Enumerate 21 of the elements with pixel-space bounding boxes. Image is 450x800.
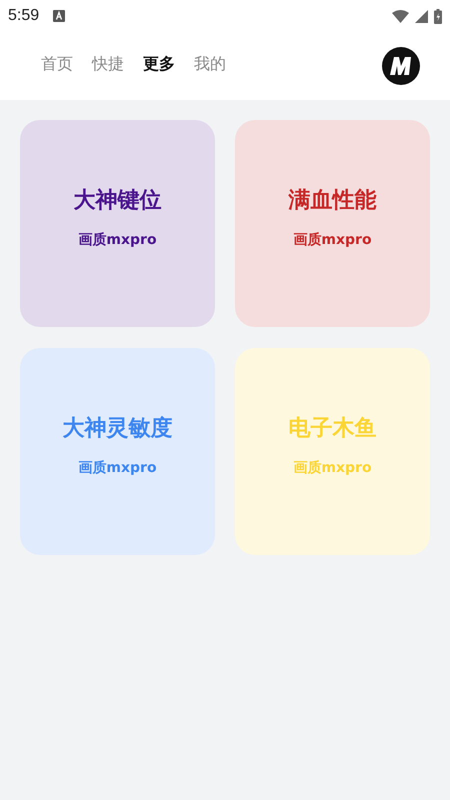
logo-icon bbox=[382, 47, 420, 85]
card-subtitle: 画质mxpro bbox=[293, 458, 372, 476]
nav-tab[interactable]: 我的 bbox=[194, 54, 226, 74]
signal-icon bbox=[415, 10, 428, 22]
card-title: 电子木鱼 bbox=[288, 414, 376, 442]
card-subtitle: 画质mxpro bbox=[78, 230, 157, 248]
card-title: 大神键位 bbox=[74, 186, 162, 214]
keyboard-notification-icon bbox=[53, 10, 66, 22]
card-title: 大神灵敏度 bbox=[62, 414, 172, 442]
nav-tab[interactable]: 快捷 bbox=[92, 54, 124, 74]
feature-card[interactable]: 满血性能 画质mxpro bbox=[235, 120, 430, 327]
battery-charging-icon bbox=[434, 8, 442, 24]
card-subtitle: 画质mxpro bbox=[78, 458, 157, 476]
card-title: 满血性能 bbox=[288, 186, 376, 214]
feature-card[interactable]: 大神灵敏度 画质mxpro bbox=[20, 348, 215, 555]
nav-tab[interactable]: 更多 bbox=[143, 54, 175, 74]
card-subtitle: 画质mxpro bbox=[293, 230, 372, 248]
nav-tab[interactable]: 首页 bbox=[41, 54, 73, 74]
wifi-icon bbox=[392, 10, 409, 22]
status-time: 5:59 bbox=[8, 7, 40, 25]
feature-card[interactable]: 大神键位 画质mxpro bbox=[20, 120, 215, 327]
